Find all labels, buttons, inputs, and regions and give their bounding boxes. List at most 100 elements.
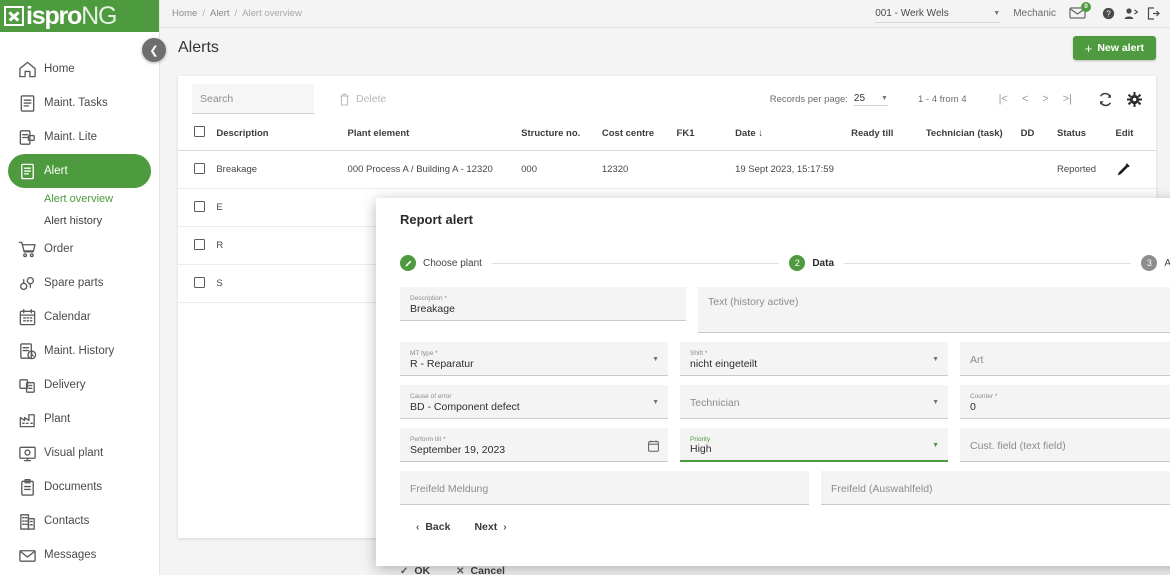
- step-3-bubble: 3: [1141, 255, 1157, 271]
- gear-icon[interactable]: [1127, 92, 1142, 107]
- freifeld-auswahl-field[interactable]: Freifeld (Auswahlfeld) ▼: [821, 471, 1170, 505]
- search-input[interactable]: Search: [192, 84, 314, 114]
- pager-prev[interactable]: <: [1022, 93, 1028, 105]
- sidebar-item-label: Maint. Tasks: [44, 97, 108, 109]
- documents-icon: [18, 478, 44, 497]
- ispro-logo-icon: [4, 6, 24, 26]
- next-button[interactable]: Next ›: [466, 516, 514, 538]
- column-structure-no[interactable]: Structure no.: [521, 122, 602, 151]
- row-checkbox[interactable]: [194, 201, 205, 212]
- sidebar-item-delivery[interactable]: Delivery: [8, 368, 151, 402]
- records-per-page-value: 25: [854, 93, 865, 104]
- breadcrumb-home[interactable]: Home: [172, 8, 197, 19]
- breadcrumb-alert[interactable]: Alert: [210, 8, 230, 19]
- shift-value: nicht eingeteilt: [690, 358, 938, 371]
- refresh-icon[interactable]: [1098, 92, 1113, 107]
- sidebar-item-messages[interactable]: Messages: [8, 538, 151, 572]
- row-checkbox-cell[interactable]: [178, 227, 216, 265]
- breadcrumb-alert-overview[interactable]: Alert overview: [242, 8, 302, 19]
- row-checkbox-cell[interactable]: [178, 151, 216, 189]
- step-data[interactable]: 2 Data: [789, 255, 834, 271]
- pager-first[interactable]: |<: [999, 93, 1008, 105]
- cell-ready-till: [851, 151, 926, 189]
- select-all-checkbox[interactable]: [194, 126, 205, 137]
- column-plant-element[interactable]: Plant element: [348, 122, 522, 151]
- row-checkbox[interactable]: [194, 277, 205, 288]
- column-description[interactable]: Description: [216, 122, 347, 151]
- sidebar-item-order[interactable]: Order: [8, 232, 151, 266]
- row-checkbox-cell[interactable]: [178, 189, 216, 227]
- pencil-icon: [404, 259, 413, 268]
- shift-label: Shift *: [690, 350, 938, 357]
- pager-next[interactable]: >: [1042, 93, 1048, 105]
- sidebar-item-maint-history[interactable]: Maint. History: [8, 334, 151, 368]
- description-value: Breakage: [410, 303, 676, 316]
- messages-button[interactable]: 0: [1069, 6, 1087, 22]
- cause-of-error-field[interactable]: Cause of error BD - Component defect ▼: [400, 385, 668, 419]
- freifeld-meldung-field[interactable]: Freifeld Meldung: [400, 471, 809, 505]
- column-ready-till[interactable]: Ready till: [851, 122, 926, 151]
- user-switch-icon[interactable]: [1124, 7, 1138, 20]
- counter-field[interactable]: Counter * 0: [960, 385, 1170, 419]
- sidebar-item-plant[interactable]: Plant: [8, 402, 151, 436]
- description-field[interactable]: Description * Breakage: [400, 287, 686, 321]
- step-choose-plant[interactable]: Choose plant: [400, 255, 482, 271]
- column-fk1[interactable]: FK1: [677, 122, 736, 151]
- sidebar-item-alert[interactable]: Alert: [8, 154, 151, 188]
- technician-placeholder: Technician: [690, 397, 938, 410]
- column-date[interactable]: Date ↓: [735, 122, 851, 151]
- sidebar-item-home[interactable]: Home: [8, 52, 151, 86]
- text-history-field[interactable]: Text (history active): [698, 287, 1170, 333]
- cust-field[interactable]: Cust. field (text field): [960, 428, 1170, 462]
- cell-technician: [926, 151, 1021, 189]
- delete-button[interactable]: Delete: [339, 93, 386, 106]
- select-all-header: [178, 122, 216, 151]
- cell-edit[interactable]: [1116, 151, 1156, 189]
- calendar-icon: [18, 308, 44, 327]
- sidebar-item-visual-plant[interactable]: Visual plant: [8, 436, 151, 470]
- new-alert-button[interactable]: + New alert: [1073, 36, 1156, 60]
- priority-field[interactable]: Priority High ▼: [680, 428, 948, 462]
- sidebar-item-maint-lite[interactable]: Maint. Lite: [8, 120, 151, 154]
- row-checkbox[interactable]: [194, 239, 205, 250]
- cancel-button[interactable]: ✕ Cancel: [456, 560, 513, 575]
- row-checkbox-cell[interactable]: [178, 265, 216, 303]
- sidebar-item-documents[interactable]: Documents: [8, 470, 151, 504]
- sidebar-collapse-button[interactable]: ❮: [142, 38, 166, 62]
- sidebar-subitem-alert-overview[interactable]: Alert overview: [0, 188, 159, 210]
- calendar-icon[interactable]: [648, 439, 659, 457]
- freifeld-auswahl-placeholder: Freifeld (Auswahlfeld): [831, 483, 1170, 496]
- perform-till-field[interactable]: Perform till * September 19, 2023: [400, 428, 668, 462]
- ok-button[interactable]: ✓ OK: [400, 560, 438, 575]
- form-row-5: Freifeld Meldung Freifeld (Auswahlfeld) …: [400, 471, 1170, 505]
- back-button[interactable]: ‹ Back: [408, 516, 458, 538]
- sidebar-subitem-alert-history[interactable]: Alert history: [0, 210, 159, 232]
- sidebar-item-label: Delivery: [44, 379, 86, 391]
- sidebar-item-calendar[interactable]: Calendar: [8, 300, 151, 334]
- sidebar-item-contacts[interactable]: Contacts: [8, 504, 151, 538]
- perform-till-label: Perform till *: [410, 436, 658, 443]
- help-icon[interactable]: ?: [1102, 7, 1115, 20]
- pager-last[interactable]: >|: [1063, 93, 1072, 105]
- plant-select[interactable]: 001 - Werk Wels ▼: [875, 5, 1000, 23]
- art-field[interactable]: Art ▼: [960, 342, 1170, 376]
- column-dd[interactable]: DD: [1021, 122, 1057, 151]
- technician-field[interactable]: Technician ▼: [680, 385, 948, 419]
- sidebar-nav: Home Maint. Tasks Maint. Lite Alert Alert ov…: [0, 32, 159, 572]
- edit-row-button[interactable]: [1116, 162, 1156, 177]
- column-cost-centre[interactable]: Cost centre: [602, 122, 677, 151]
- column-status[interactable]: Status: [1057, 122, 1116, 151]
- shift-field[interactable]: Shift * nicht eingeteilt ▼: [680, 342, 948, 376]
- sidebar-item-label: Alert: [44, 165, 68, 177]
- mt-type-field[interactable]: MT type * R - Reparatur ▼: [400, 342, 668, 376]
- row-checkbox[interactable]: [194, 163, 205, 174]
- column-technician[interactable]: Technician (task): [926, 122, 1021, 151]
- records-per-page-select[interactable]: 25 ▼: [854, 93, 888, 106]
- step-attachments[interactable]: 3 Attachments: [1141, 255, 1170, 271]
- sidebar-item-spare-parts[interactable]: Spare parts: [8, 266, 151, 300]
- sidebar-item-maint-tasks[interactable]: Maint. Tasks: [8, 86, 151, 120]
- table-row[interactable]: Breakage000 Process A / Building A - 123…: [178, 151, 1156, 189]
- form-row-1: Description * Breakage Text (history act…: [400, 287, 1170, 333]
- chevron-down-icon: ▼: [652, 399, 659, 406]
- logout-icon[interactable]: [1147, 7, 1160, 20]
